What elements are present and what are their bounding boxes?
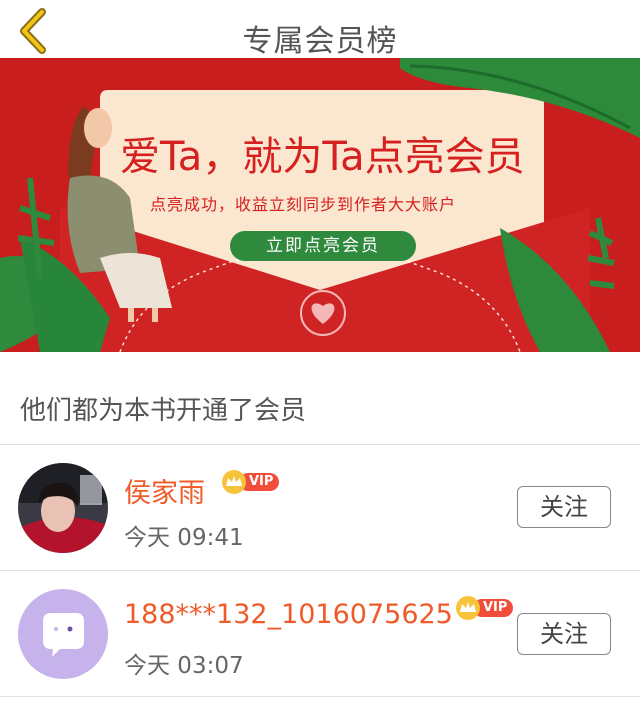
list-item[interactable]: 侯家雨 VIP 今天 09:41 关注 bbox=[0, 445, 640, 571]
section-title: 他们都为本书开通了会员 bbox=[20, 396, 307, 426]
timestamp: 今天 03:07 bbox=[124, 653, 244, 679]
user-photo-icon bbox=[18, 463, 108, 553]
timestamp: 今天 09:41 bbox=[124, 525, 244, 551]
follow-button[interactable]: 关注 bbox=[517, 486, 611, 528]
light-up-membership-button[interactable]: 立即点亮会员 bbox=[230, 231, 416, 261]
list-item[interactable]: 188***132_1016075625 VIP 今天 03:07 关注 bbox=[0, 571, 640, 697]
default-avatar-icon bbox=[18, 589, 108, 679]
member-name[interactable]: 188***132_1016075625 bbox=[124, 599, 453, 630]
banner-subtitle: 点亮成功，收益立刻同步到作者大大账户 bbox=[150, 195, 457, 214]
page-title: 专属会员榜 bbox=[242, 24, 398, 59]
banner-headline: 爱Ta，就为Ta点亮会员 bbox=[120, 134, 525, 180]
avatar[interactable] bbox=[18, 463, 108, 553]
avatar[interactable] bbox=[18, 589, 108, 679]
member-name[interactable]: 侯家雨 bbox=[124, 471, 205, 510]
crown-icon bbox=[222, 470, 246, 494]
promo-banner[interactable]: 爱Ta，就为Ta点亮会员 点亮成功，收益立刻同步到作者大大账户 立即点亮会员 bbox=[0, 58, 640, 352]
crown-icon bbox=[456, 596, 480, 620]
navigation-bar: 专属会员榜 bbox=[0, 0, 640, 59]
divider bbox=[0, 696, 640, 697]
follow-button[interactable]: 关注 bbox=[517, 613, 611, 655]
